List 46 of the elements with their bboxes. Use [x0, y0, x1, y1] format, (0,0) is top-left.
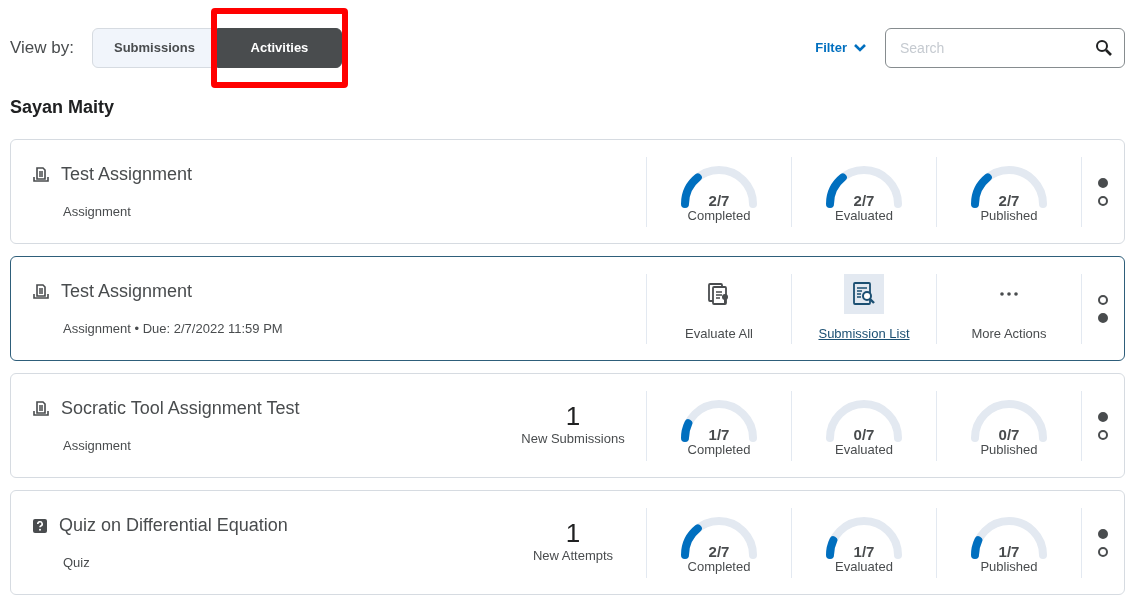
view-by-label: View by:: [10, 37, 74, 60]
gauge-reading: 2/7: [997, 193, 1021, 209]
gauge-reading: 2/7: [707, 544, 731, 560]
gauge-reading: 1/7: [852, 544, 876, 560]
new-count: 1: [565, 402, 581, 429]
gauge-reading: 0/7: [997, 427, 1021, 443]
search-icon[interactable]: [1095, 39, 1113, 57]
chevron-down-icon: [853, 43, 867, 53]
gauge-label: Completed: [687, 208, 751, 225]
action-button[interactable]: Evaluate All: [685, 323, 753, 344]
gauge-label: Published: [980, 208, 1038, 225]
group-title: Sayan Maity: [10, 96, 116, 119]
gauge-reading: 2/7: [707, 193, 731, 209]
filter-button[interactable]: Filter: [815, 38, 867, 58]
gauge-label: Completed: [687, 559, 751, 576]
activity-subtitle: Quiz: [62, 554, 91, 573]
gauge-label: Evaluated: [835, 559, 893, 576]
gauge-reading: 0/7: [852, 427, 876, 443]
more-icon: [999, 290, 1019, 297]
gauge-label: Completed: [687, 442, 751, 459]
gauge-label: Published: [980, 559, 1038, 576]
gauge-label: Published: [980, 442, 1038, 459]
activity-title[interactable]: Test Assignment: [61, 161, 193, 189]
activity-subtitle: Assignment • Due: 2/7/2022 11:59 PM: [62, 320, 284, 339]
document-icon: [33, 400, 49, 417]
view-tab[interactable]: Activities: [216, 28, 342, 68]
activity-subtitle: Assignment: [62, 203, 132, 222]
search-field[interactable]: Search: [885, 28, 1125, 68]
new-count-label: New Attempts: [532, 546, 614, 565]
document-icon: [33, 166, 49, 183]
gauge-reading: 1/7: [707, 427, 731, 443]
action-button[interactable]: More Actions: [971, 323, 1047, 344]
document-icon: [33, 283, 49, 300]
quiz-icon: [33, 518, 47, 533]
gauge-label: Evaluated: [835, 208, 893, 225]
gauge-label: Evaluated: [835, 442, 893, 459]
activity-title[interactable]: Test Assignment: [61, 278, 193, 306]
activity-title[interactable]: Quiz on Differential Equation: [59, 512, 288, 540]
gauge-reading: 1/7: [997, 544, 1021, 560]
gauge-reading: 2/7: [852, 193, 876, 209]
list-search-icon: [844, 273, 884, 314]
activity-title[interactable]: Socratic Tool Assignment Test: [61, 395, 300, 423]
new-count-label: New Submissions: [521, 429, 625, 448]
action-link[interactable]: Submission List: [818, 323, 910, 344]
activity-subtitle: Assignment: [62, 437, 132, 456]
new-count: 1: [565, 519, 581, 546]
